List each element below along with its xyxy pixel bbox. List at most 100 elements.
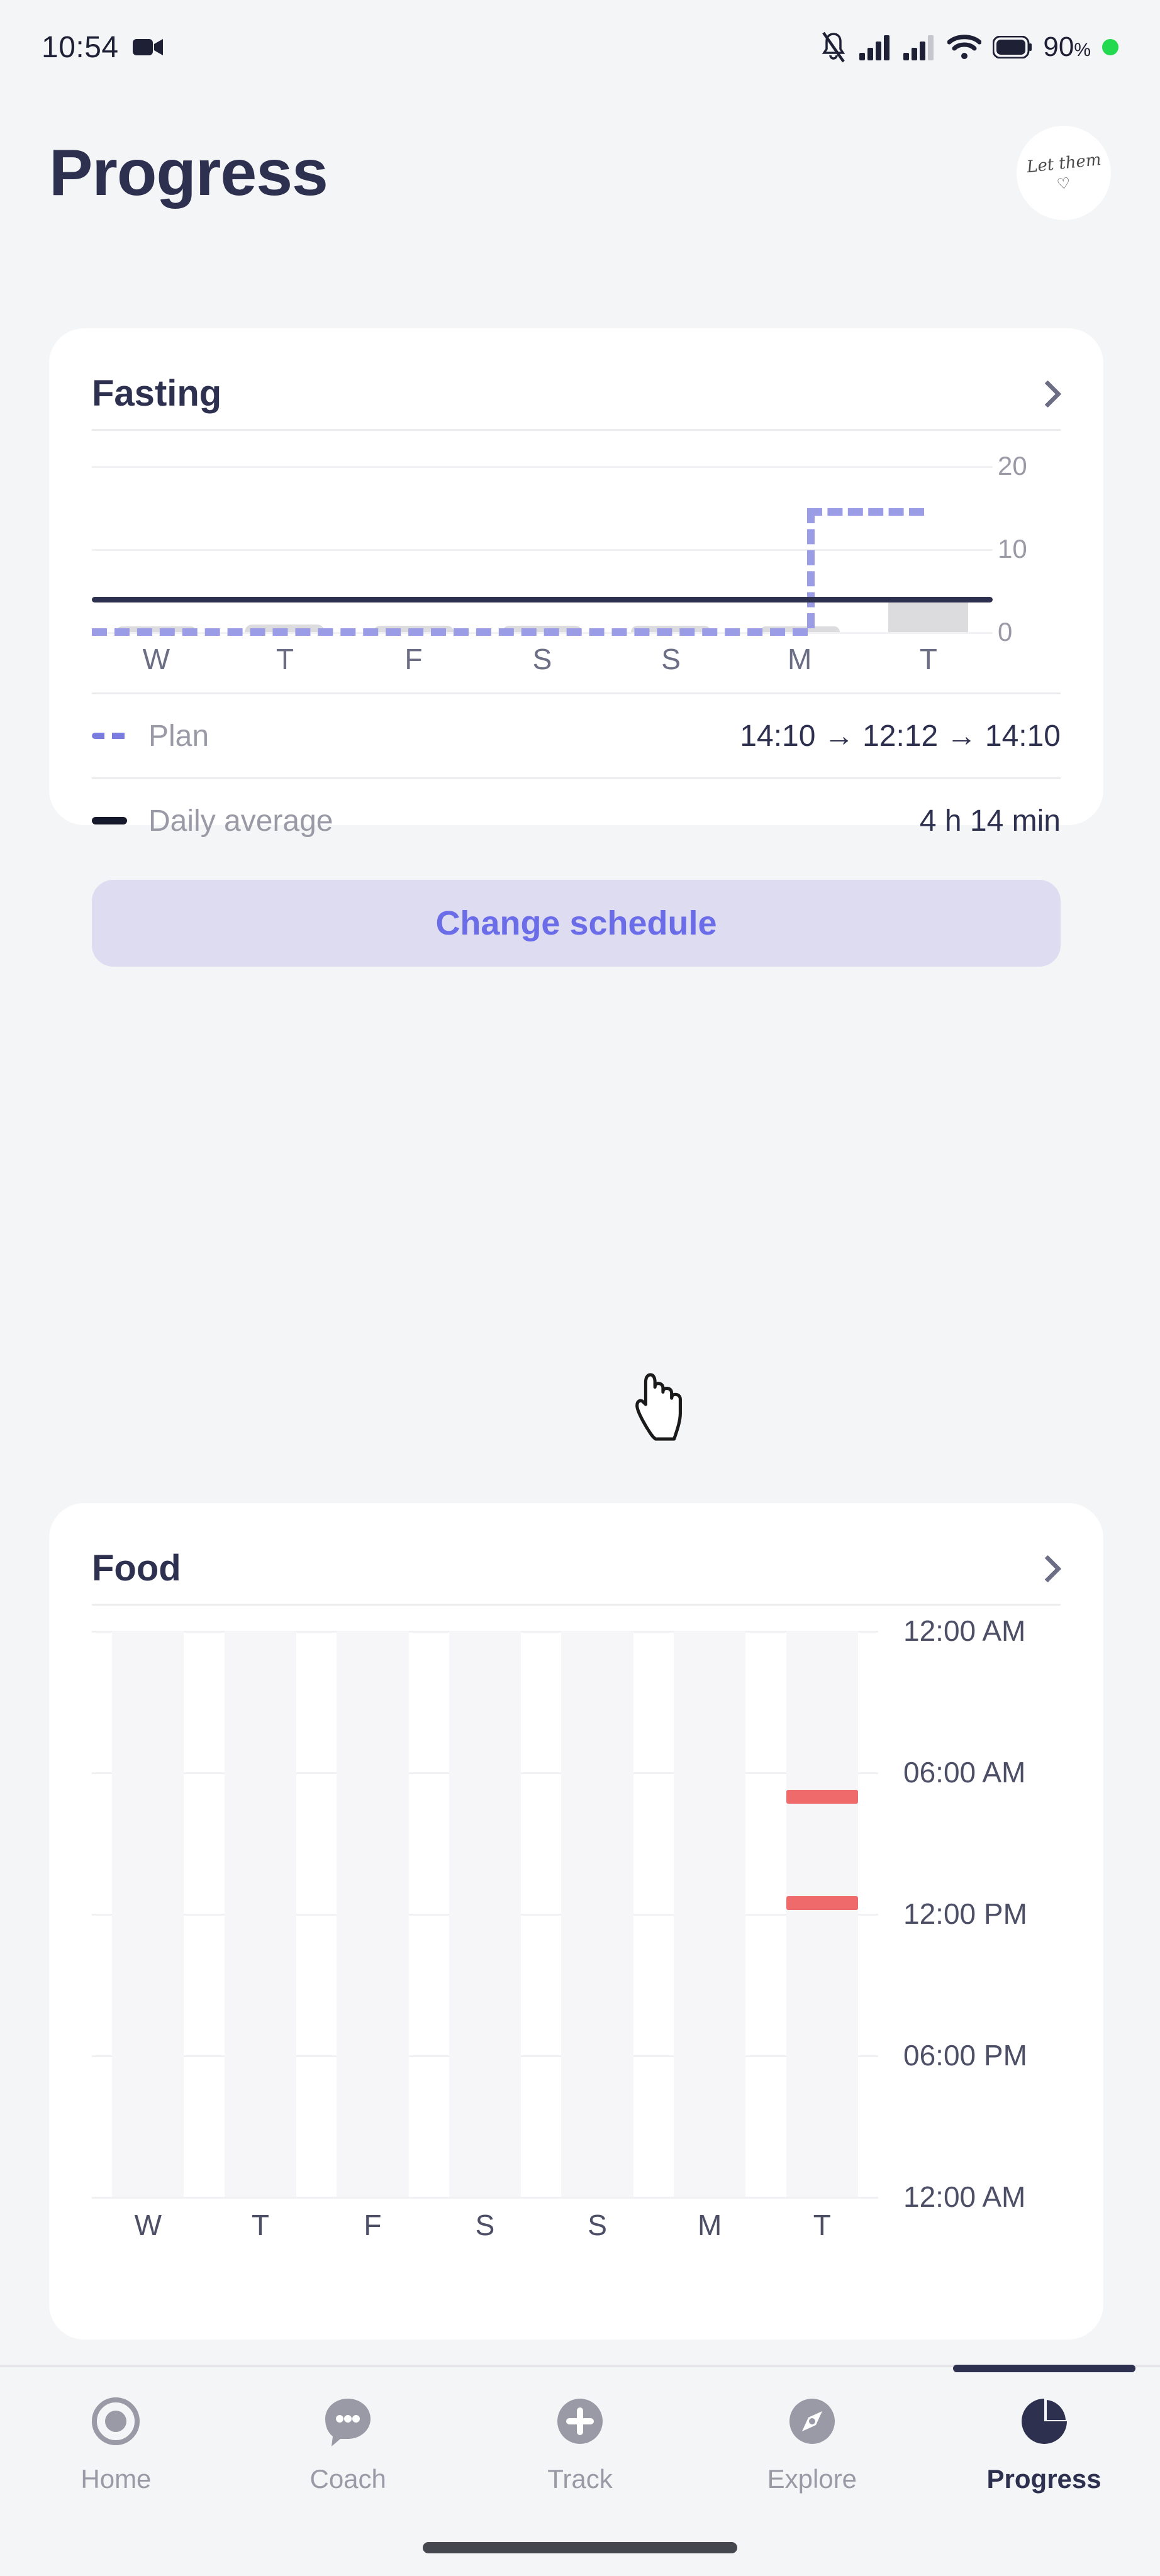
change-schedule-button[interactable]: Change schedule (92, 880, 1061, 967)
fasting-xtick-6: T (919, 643, 937, 675)
bottom-navigation: Home Coach Track Explore Progress (0, 2365, 1160, 2576)
legend-value-daily-average: 4 h 14 min (919, 804, 1061, 838)
fasting-ytick-0: 0 (998, 617, 1013, 647)
food-x-labels: W T F S S M T (92, 2208, 878, 2242)
food-ytick-18: 06:00 PM (903, 2039, 1027, 2072)
fasting-ytick-20: 20 (998, 451, 1027, 481)
status-bar: 10:54 90% (0, 0, 1160, 94)
signal-bars-icon-1 (859, 35, 890, 60)
plus-circle-icon (557, 2399, 603, 2444)
page-title: Progress (49, 136, 328, 209)
food-ytick-12: 12:00 PM (903, 1897, 1027, 1930)
food-header-divider (92, 1604, 1061, 1606)
legend-value-plan: 14:10 → 12:12 → 14:10 (740, 719, 1061, 753)
food-card: Food 12:00 AM 06:00 AM 12:00 PM 06:00 PM… (49, 1503, 1103, 2340)
battery-icon (993, 36, 1032, 58)
food-xtick-3: S (475, 2209, 495, 2241)
avatar-label: Let them (1025, 150, 1102, 177)
wifi-icon (947, 35, 982, 59)
nav-item-progress[interactable]: Progress (928, 2365, 1160, 2494)
food-xtick-0: W (134, 2209, 162, 2241)
avatar[interactable]: Let them ♡ (1017, 126, 1111, 220)
dashed-line-swatch-icon (92, 733, 127, 739)
food-ytick-24: 12:00 AM (903, 2180, 1026, 2213)
signal-bars-icon-2 (903, 35, 934, 60)
page-header: Progress Let them ♡ (0, 113, 1160, 233)
home-target-icon (92, 2397, 140, 2445)
battery-percent-label: 90% (1043, 31, 1091, 62)
food-ytick-0: 12:00 AM (903, 1614, 1026, 1647)
fasting-ytick-10: 10 (998, 534, 1027, 564)
legend-left-plan: Plan (92, 719, 209, 753)
nav-item-home[interactable]: Home (0, 2392, 232, 2494)
fasting-xtick-3: S (532, 643, 552, 675)
food-ytick-6: 06:00 AM (903, 1756, 1026, 1789)
food-gridline-24 (92, 2197, 878, 2199)
fasting-xtick-0: W (142, 643, 170, 675)
food-col-w (92, 1631, 204, 2197)
food-col-s1 (429, 1631, 542, 2197)
chevron-right-icon[interactable] (1034, 380, 1061, 406)
solid-line-swatch-icon (92, 817, 127, 824)
fasting-xtick-1: T (276, 643, 294, 675)
status-bar-clock: 10:54 (42, 30, 119, 64)
video-camera-icon (132, 39, 163, 55)
plan-top-segment (807, 508, 925, 516)
nav-item-track[interactable]: Track (464, 2392, 696, 2494)
food-entry-marker[interactable] (786, 1896, 858, 1911)
status-bar-left: 10:54 (42, 30, 164, 65)
fasting-card-header[interactable]: Fasting (49, 328, 1103, 423)
fasting-title: Fasting (92, 372, 222, 414)
heart-icon: ♡ (1056, 174, 1072, 194)
food-day-columns (92, 1631, 878, 2197)
legend-label-daily-average: Daily average (148, 804, 333, 838)
recording-dot-icon (1102, 39, 1118, 55)
fasting-card: Fasting 20 10 0 W T F S S M T Plan 14:10… (49, 328, 1103, 967)
food-col-t1 (204, 1631, 317, 2197)
home-indicator-bar (423, 2542, 737, 2553)
fasting-header-divider (92, 429, 1061, 431)
compass-icon (789, 2399, 835, 2444)
active-tab-indicator (952, 2365, 1135, 2372)
food-xtick-2: F (364, 2209, 382, 2241)
nav-item-coach[interactable]: Coach (232, 2392, 464, 2494)
food-col-s2 (541, 1631, 654, 2197)
plan-baseline-segment (92, 628, 808, 636)
nav-label-progress: Progress (986, 2464, 1101, 2494)
mouse-cursor-pointer (635, 1373, 682, 1441)
app-screen: 10:54 90% Progress Let them ♡ Fasting 20… (0, 0, 1160, 2576)
daily-average-line (92, 597, 993, 603)
food-xtick-1: T (251, 2209, 269, 2241)
nav-item-explore[interactable]: Explore (696, 2392, 928, 2494)
nav-label-explore: Explore (767, 2464, 857, 2494)
nav-label-home: Home (81, 2464, 152, 2494)
legend-label-plan: Plan (148, 719, 209, 753)
fasting-chart: 20 10 0 (92, 450, 1061, 647)
food-xtick-6: T (813, 2209, 831, 2241)
food-chart: 12:00 AM 06:00 AM 12:00 PM 06:00 PM 12:0… (92, 1614, 1061, 2213)
chevron-right-icon[interactable] (1034, 1555, 1061, 1581)
fasting-x-labels: W T F S S M T (92, 642, 993, 676)
food-xtick-4: S (588, 2209, 607, 2241)
change-schedule-label: Change schedule (435, 904, 717, 942)
silent-mode-icon (822, 31, 845, 63)
nav-label-coach: Coach (310, 2464, 386, 2494)
food-title: Food (92, 1547, 181, 1589)
pie-chart-icon (1021, 2399, 1067, 2444)
food-col-f (316, 1631, 429, 2197)
food-entry-marker[interactable] (786, 1789, 858, 1804)
plan-riser-segment (807, 508, 815, 629)
food-card-header[interactable]: Food (49, 1503, 1103, 1597)
chat-bubble-icon (325, 2399, 371, 2446)
legend-row-plan: Plan 14:10 → 12:12 → 14:10 (92, 694, 1061, 777)
food-col-m (654, 1631, 766, 2197)
fasting-xtick-5: M (788, 643, 812, 675)
status-bar-right: 90% (819, 31, 1118, 63)
fasting-xtick-4: S (661, 643, 681, 675)
legend-left-daily-average: Daily average (92, 804, 333, 838)
fasting-plan-series (92, 450, 993, 636)
legend-row-daily-average: Daily average 4 h 14 min (92, 779, 1061, 862)
food-col-t2 (766, 1631, 878, 2197)
nav-label-track: Track (547, 2464, 613, 2494)
food-xtick-5: M (698, 2209, 722, 2241)
